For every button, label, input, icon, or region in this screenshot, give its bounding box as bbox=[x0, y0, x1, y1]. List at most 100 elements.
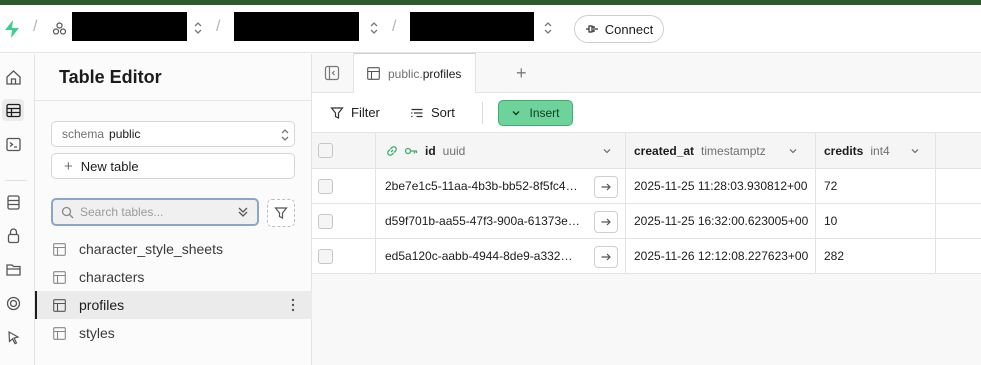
empty-cell bbox=[936, 204, 981, 238]
column-type: uuid bbox=[442, 143, 466, 158]
cell-id-value: 2be7e1c5-11aa-4b3b-bb52-8f5fc4… bbox=[385, 179, 578, 193]
realtime-icon[interactable] bbox=[2, 292, 24, 314]
cell-id[interactable]: d59f701b-aa55-47f3-900a-61373e… bbox=[376, 204, 626, 238]
storage-folder-icon[interactable] bbox=[2, 258, 24, 280]
plug-icon bbox=[585, 22, 599, 36]
search-tables-box[interactable] bbox=[51, 198, 259, 226]
table-icon bbox=[53, 327, 66, 340]
auth-lock-icon[interactable] bbox=[2, 224, 24, 246]
new-table-button[interactable]: + New table bbox=[51, 153, 295, 179]
table-list-item[interactable]: character_style_sheets bbox=[35, 235, 312, 263]
column-header-id[interactable]: id uuid bbox=[376, 133, 626, 168]
table-icon bbox=[53, 299, 66, 312]
chevron-updown-icon bbox=[280, 128, 290, 142]
chevron-down-icon bbox=[511, 108, 521, 118]
chevrons-down-icon[interactable] bbox=[237, 206, 249, 218]
empty-cell bbox=[936, 169, 981, 203]
insert-label: Insert bbox=[529, 106, 560, 120]
cell-created-at[interactable]: 2025-11-25 11:28:03.930812+00 bbox=[626, 169, 816, 203]
table-row[interactable]: 2be7e1c5-11aa-4b3b-bb52-8f5fc4… 2025-11-… bbox=[312, 169, 981, 204]
arrow-right-icon[interactable] bbox=[594, 246, 618, 268]
schema-select[interactable]: schema public bbox=[51, 121, 295, 147]
redacted-organization-name bbox=[72, 12, 187, 41]
new-tab-plus-icon[interactable]: + bbox=[516, 63, 527, 84]
breadcrumb-separator: / bbox=[33, 18, 38, 35]
row-select-cell bbox=[312, 239, 376, 273]
redacted-branch-name bbox=[410, 12, 534, 41]
database-icon[interactable] bbox=[2, 191, 24, 213]
table-list-item[interactable]: styles bbox=[35, 319, 312, 347]
organization-icon bbox=[52, 21, 67, 36]
schema-select-value: public bbox=[109, 127, 141, 141]
sort-lines-icon bbox=[410, 106, 424, 120]
cell-created-at[interactable]: 2025-11-25 16:32:00.623005+00 bbox=[626, 204, 816, 238]
tab-schema-label: public. bbox=[388, 66, 423, 81]
select-all-cell bbox=[312, 133, 376, 168]
row-checkbox[interactable] bbox=[318, 178, 333, 194]
sidebar-toggle-icon[interactable] bbox=[324, 65, 340, 81]
branch-switcher-chevron-icon[interactable] bbox=[543, 21, 553, 35]
column-name: id bbox=[425, 143, 436, 158]
row-select-cell bbox=[312, 169, 376, 203]
redacted-project-name bbox=[234, 12, 359, 41]
cell-id[interactable]: 2be7e1c5-11aa-4b3b-bb52-8f5fc4… bbox=[376, 169, 626, 203]
tab-bar: public.profiles + bbox=[312, 53, 981, 93]
row-select-cell bbox=[312, 204, 376, 238]
table-list-item-active[interactable]: profiles bbox=[35, 291, 312, 319]
select-all-checkbox[interactable] bbox=[318, 143, 333, 158]
sort-button[interactable]: Sort bbox=[410, 105, 455, 120]
org-switcher-chevron-icon[interactable] bbox=[193, 21, 203, 35]
table-list-item-label: styles bbox=[79, 325, 115, 341]
column-header-created-at[interactable]: created_at timestamptz bbox=[626, 133, 816, 168]
rail-divider bbox=[5, 180, 27, 181]
filter-button[interactable]: Filter bbox=[330, 105, 380, 120]
table-icon bbox=[53, 243, 66, 256]
arrow-right-icon[interactable] bbox=[594, 176, 618, 198]
cell-created-at[interactable]: 2025-11-26 12:12:08.227623+00 bbox=[626, 239, 816, 273]
chevron-down-icon[interactable] bbox=[910, 146, 920, 156]
sidebar-title: Table Editor bbox=[59, 67, 162, 87]
cell-id[interactable]: ed5a120c-aabb-4944-8de9-a332… bbox=[376, 239, 626, 273]
row-checkbox[interactable] bbox=[318, 248, 333, 264]
insert-button[interactable]: Insert bbox=[498, 100, 573, 126]
table-editor-sidebar: Table Editor schema public + New table c… bbox=[35, 54, 312, 365]
table-list-item-label: characters bbox=[79, 269, 145, 285]
tab-table-label: profiles bbox=[422, 66, 462, 81]
breadcrumb-separator: / bbox=[216, 18, 221, 35]
search-icon bbox=[61, 206, 74, 219]
sql-editor-icon[interactable] bbox=[2, 133, 24, 155]
sidebar-divider bbox=[35, 100, 312, 101]
row-checkbox[interactable] bbox=[318, 213, 333, 229]
home-icon[interactable] bbox=[2, 66, 24, 88]
column-type: int4 bbox=[870, 143, 890, 158]
primary-key-icon bbox=[404, 144, 418, 158]
more-options-icon[interactable] bbox=[291, 298, 295, 312]
filter-tables-button[interactable] bbox=[267, 199, 295, 227]
table-list-item-label: profiles bbox=[79, 297, 125, 313]
schema-select-label: schema bbox=[62, 127, 105, 141]
project-switcher-chevron-icon[interactable] bbox=[369, 21, 379, 35]
arrow-right-icon[interactable] bbox=[594, 211, 618, 233]
connect-button[interactable]: Connect bbox=[574, 15, 664, 43]
search-tables-input[interactable] bbox=[80, 205, 230, 219]
table-icon bbox=[367, 67, 380, 80]
table-list-item[interactable]: characters bbox=[35, 263, 312, 291]
supabase-logo-icon[interactable] bbox=[3, 19, 21, 39]
table-icon bbox=[53, 271, 66, 284]
cell-id-value: d59f701b-aa55-47f3-900a-61373e… bbox=[385, 214, 580, 228]
column-name: credits bbox=[824, 143, 864, 158]
table-row[interactable]: ed5a120c-aabb-4944-8de9-a332… 2025-11-26… bbox=[312, 239, 981, 274]
cell-credits[interactable]: 282 bbox=[816, 239, 936, 273]
column-header-credits[interactable]: credits int4 bbox=[816, 133, 936, 168]
chevron-down-icon[interactable] bbox=[788, 146, 798, 156]
cell-credits[interactable]: 72 bbox=[816, 169, 936, 203]
breadcrumb-separator: / bbox=[392, 18, 397, 35]
cursor-pointer-icon[interactable] bbox=[2, 326, 24, 348]
table-row[interactable]: d59f701b-aa55-47f3-900a-61373e… 2025-11-… bbox=[312, 204, 981, 239]
tab-public-profiles[interactable]: public.profiles bbox=[353, 53, 476, 93]
plus-icon: + bbox=[64, 157, 73, 175]
cell-credits[interactable]: 10 bbox=[816, 204, 936, 238]
table-editor-icon[interactable] bbox=[2, 99, 24, 121]
data-grid: id uuid created_at timestamptz credits i… bbox=[312, 133, 981, 365]
chevron-down-icon[interactable] bbox=[602, 146, 612, 156]
